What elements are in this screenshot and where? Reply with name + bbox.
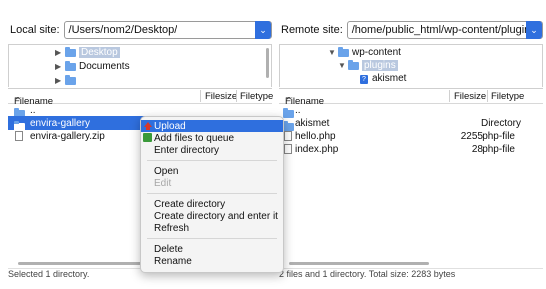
folder-icon (348, 59, 359, 70)
remote-status-text: 2 files and 1 directory. Total size: 228… (279, 268, 543, 281)
menu-item-create-directory[interactable]: Create directory (141, 198, 283, 210)
menu-item-delete[interactable]: Delete (141, 243, 283, 255)
tree-item-label: akismet (372, 73, 407, 84)
file-name: envira-gallery (30, 117, 91, 129)
remote-site-label: Remote site: (281, 24, 343, 36)
chevron-down-icon[interactable]: ⌄ (526, 21, 542, 39)
remote-file-list-header: Filename ⌃ Filesize Filetype (279, 88, 543, 107)
local-site-bar: Local site: /Users/nom2/Desktop/ ⌄ (8, 18, 272, 42)
expand-triangle-icon[interactable]: ▶ (55, 76, 65, 85)
file-name: hello.php (295, 130, 336, 142)
file-name: akismet (295, 117, 330, 129)
file-list-scrollbar[interactable] (289, 262, 429, 265)
remote-site-path-field[interactable]: /home/public_html/wp-content/plugins ⌄ (346, 21, 543, 39)
file-name: index.php (295, 143, 339, 155)
collapse-triangle-icon[interactable]: ▼ (338, 61, 348, 70)
unknown-folder-icon: ? (360, 73, 368, 84)
file-type: Directory (480, 117, 521, 129)
menu-item-enter-directory[interactable]: Enter directory (141, 144, 283, 156)
file-name: .. (295, 104, 301, 116)
folder-icon (65, 46, 76, 57)
tree-item-documents[interactable]: ▶ Documents (55, 60, 130, 73)
column-filetype[interactable]: Filetype (240, 91, 273, 102)
tree-item-desktop[interactable]: ▶ Desktop (55, 46, 120, 59)
tree-item-partial[interactable]: ▶ (55, 74, 79, 87)
remote-pane: Remote site: /home/public_html/wp-conten… (279, 0, 543, 289)
context-menu: Upload Add files to queue Enter director… (140, 116, 284, 273)
local-site-label: Local site: (10, 24, 60, 36)
menu-item-create-directory-and-enter[interactable]: Create directory and enter it (141, 210, 283, 222)
file-type: php-file (482, 143, 515, 155)
remote-file-row-index-php[interactable]: index.php 28 php-file (279, 142, 543, 156)
column-filetype[interactable]: Filetype (491, 91, 524, 102)
expand-triangle-icon[interactable]: ▶ (55, 62, 65, 71)
tree-item-label: Desktop (79, 47, 120, 58)
tree-scrollbar[interactable] (266, 48, 269, 78)
menu-item-open[interactable]: Open (141, 165, 283, 177)
file-name: .. (30, 104, 36, 116)
remote-file-row-hello-php[interactable]: hello.php 2255 php-file (279, 129, 543, 143)
local-site-path-value: /Users/nom2/Desktop/ (68, 24, 178, 36)
tree-item-akismet[interactable]: ? akismet (360, 72, 406, 85)
file-size: 2255 (460, 130, 483, 142)
menu-item-rename[interactable]: Rename (141, 255, 283, 267)
menu-item-add-files-to-queue[interactable]: Add files to queue (141, 132, 283, 144)
tree-item-wp-content[interactable]: ▼ wp-content (328, 46, 401, 59)
tree-item-plugins[interactable]: ▼ plugins (338, 59, 398, 72)
column-divider[interactable] (487, 90, 488, 102)
menu-item-refresh[interactable]: Refresh (141, 222, 283, 234)
folder-icon (65, 74, 76, 85)
column-filesize[interactable]: Filesize (454, 91, 486, 102)
file-name: envira-gallery.zip (30, 130, 105, 142)
menu-separator (147, 238, 277, 239)
local-file-row-parent[interactable]: .. (8, 103, 272, 118)
chevron-down-icon[interactable]: ⌄ (255, 21, 271, 39)
remote-directory-tree[interactable]: ▼ wp-content ▼ plugins ? akismet (279, 44, 543, 87)
column-divider[interactable] (200, 90, 201, 102)
remote-file-row-parent[interactable]: .. (279, 103, 543, 118)
menu-separator (147, 160, 277, 161)
expand-triangle-icon[interactable]: ▶ (55, 48, 65, 57)
menu-item-edit: Edit (154, 177, 172, 189)
local-directory-tree[interactable]: ▶ Desktop ▶ Documents ▶ (8, 44, 272, 87)
tree-item-label: Documents (79, 61, 130, 72)
local-file-list-header: Filename ⌃ Filesize Filetype (8, 88, 273, 107)
column-filesize[interactable]: Filesize (205, 91, 237, 102)
column-divider[interactable] (449, 90, 450, 102)
column-divider[interactable] (236, 90, 237, 102)
file-type: php-file (482, 130, 515, 142)
tree-item-label: plugins (362, 60, 398, 71)
collapse-triangle-icon[interactable]: ▼ (328, 48, 338, 57)
folder-icon (338, 46, 349, 57)
local-site-path-field[interactable]: /Users/nom2/Desktop/ ⌄ (63, 21, 272, 39)
tree-item-label: wp-content (352, 47, 401, 58)
remote-site-path-value: /home/public_html/wp-content/plugins (351, 24, 536, 36)
folder-icon (65, 60, 76, 71)
remote-file-row-akismet[interactable]: akismet Directory (279, 116, 543, 131)
menu-item-upload[interactable]: Upload (141, 120, 283, 132)
menu-separator (147, 193, 277, 194)
remote-site-bar: Remote site: /home/public_html/wp-conten… (279, 18, 543, 42)
